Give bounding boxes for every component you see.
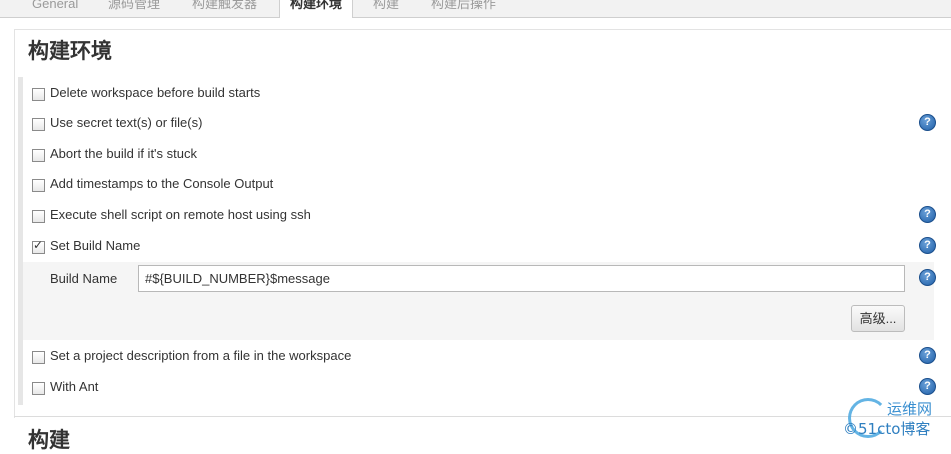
build-name-input[interactable] <box>138 265 905 292</box>
option-label: Add timestamps to the Console Output <box>50 176 274 191</box>
tab-bar: General 源码管理 构建触发器 构建环境 构建 构建后操作 <box>0 0 951 18</box>
set-build-name-checkbox[interactable] <box>32 238 45 254</box>
watermark-logo: 运维网 ©51cto博客 <box>843 396 951 442</box>
tab-general[interactable]: General <box>32 0 78 13</box>
option-label: Abort the build if it's stuck <box>50 146 197 161</box>
build-name-subpanel: Build Name ? 高级... <box>23 262 936 340</box>
section-title: 构建环境 <box>28 40 112 63</box>
tab-post-build-actions[interactable]: 构建后操作 <box>431 0 496 13</box>
help-icon[interactable]: ? <box>919 269 936 286</box>
build-environment-options: Delete workspace before build starts Use… <box>18 77 951 405</box>
ssh-script-checkbox[interactable] <box>32 210 45 223</box>
option-label: Use secret text(s) or file(s) <box>50 115 203 130</box>
help-icon[interactable]: ? <box>919 206 936 223</box>
help-icon[interactable]: ? <box>919 347 936 364</box>
option-secret-text: Use secret text(s) or file(s) ? <box>23 113 951 137</box>
option-abort-stuck: Abort the build if it's stuck <box>23 144 951 168</box>
help-icon[interactable]: ? <box>919 114 936 131</box>
option-timestamps: Add timestamps to the Console Output <box>23 174 951 198</box>
option-delete-workspace: Delete workspace before build starts <box>23 83 951 107</box>
build-name-label: Build Name <box>50 271 118 286</box>
tab-build-triggers[interactable]: 构建触发器 <box>192 0 257 13</box>
tab-build-environment[interactable]: 构建环境 <box>279 0 354 18</box>
tab-build[interactable]: 构建 <box>373 0 399 13</box>
option-label: Set Build Name <box>50 238 141 253</box>
watermark-top-text: 运维网 <box>887 400 933 418</box>
project-description-checkbox[interactable] <box>32 351 45 364</box>
option-label: Execute shell script on remote host usin… <box>50 207 311 222</box>
next-section-title: 构建 <box>28 429 70 452</box>
option-project-description: Set a project description from a file in… <box>23 346 951 370</box>
option-with-ant: With Ant ? <box>23 377 951 401</box>
option-label: Delete workspace before build starts <box>50 85 261 100</box>
secret-text-checkbox[interactable] <box>32 118 45 131</box>
option-label: With Ant <box>50 379 99 394</box>
option-ssh-script: Execute shell script on remote host usin… <box>23 205 951 229</box>
timestamps-checkbox[interactable] <box>32 179 45 192</box>
section-divider <box>14 416 951 417</box>
delete-workspace-checkbox[interactable] <box>32 88 45 101</box>
advanced-button[interactable]: 高级... <box>851 305 905 332</box>
option-label: Set a project description from a file in… <box>50 348 352 363</box>
option-set-build-name: Set Build Name ? <box>23 236 951 260</box>
abort-stuck-checkbox[interactable] <box>32 149 45 162</box>
tab-source-control[interactable]: 源码管理 <box>108 0 160 13</box>
help-icon[interactable]: ? <box>919 237 936 254</box>
help-icon[interactable]: ? <box>919 378 936 395</box>
watermark-bottom-text: ©51cto博客 <box>843 420 931 438</box>
with-ant-checkbox[interactable] <box>32 382 45 395</box>
